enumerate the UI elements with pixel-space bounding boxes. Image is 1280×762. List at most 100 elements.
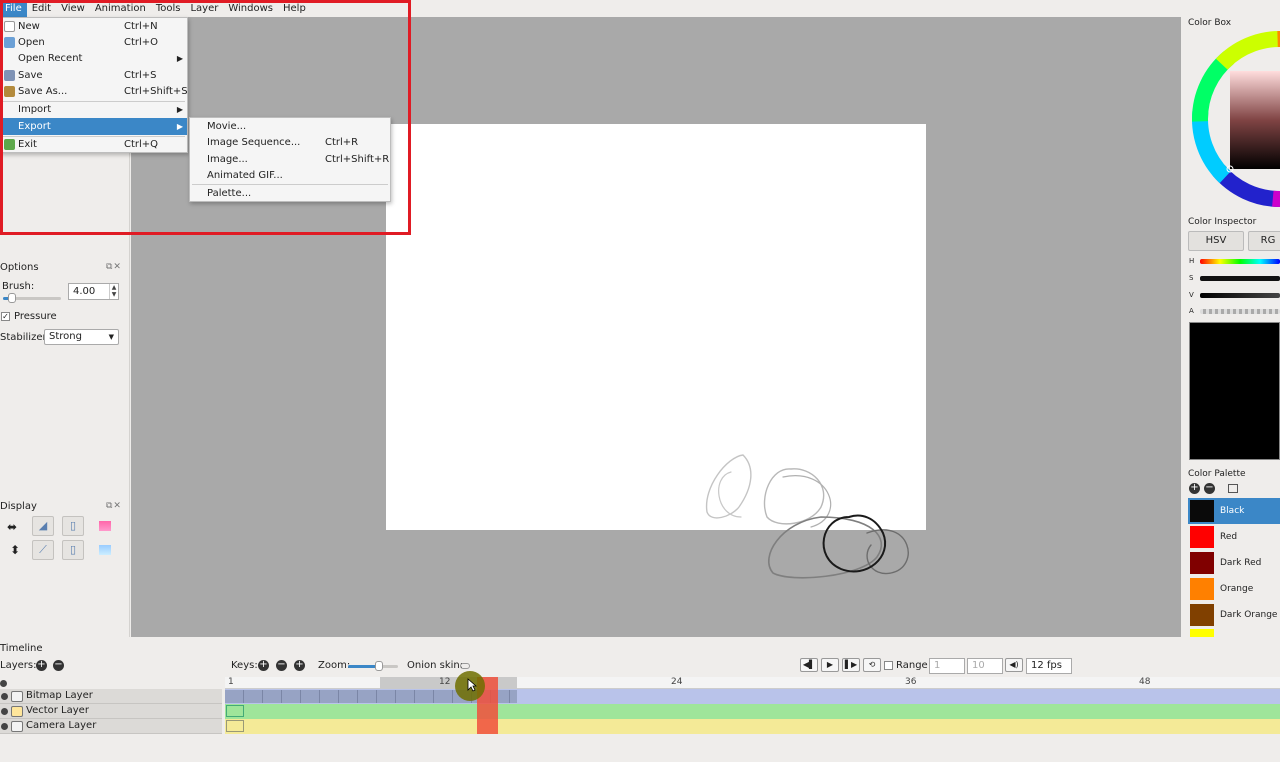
visibility-icon[interactable] bbox=[1, 693, 8, 700]
onion-blue-color-icon[interactable] bbox=[99, 545, 111, 555]
track-camera[interactable] bbox=[225, 719, 1280, 734]
menu-item-label: Palette... bbox=[207, 188, 252, 199]
jump-start-icon[interactable]: ◀▌ bbox=[800, 658, 818, 672]
vector-keyframe[interactable] bbox=[226, 705, 244, 717]
menu-item-new[interactable]: New Ctrl+N bbox=[1, 18, 187, 35]
file-menu: New Ctrl+N Open Ctrl+O Open Recent ▶ Sav… bbox=[0, 17, 188, 153]
color-box-title: Color Box bbox=[1188, 18, 1232, 28]
value-slider[interactable] bbox=[1200, 293, 1280, 298]
brush-size-spinbox[interactable]: 4.00 ▲ ▼ bbox=[68, 283, 119, 300]
brush-size-value: 4.00 bbox=[73, 286, 96, 297]
menu-item-save[interactable]: Save Ctrl+S bbox=[1, 67, 187, 84]
layer-row-bitmap[interactable]: Bitmap Layer bbox=[0, 689, 222, 704]
palette-view-icon[interactable] bbox=[1228, 484, 1238, 493]
tab-rgb[interactable]: RG bbox=[1248, 231, 1280, 251]
menu-tools[interactable]: Tools bbox=[151, 0, 186, 17]
palette-item-orange[interactable]: Orange bbox=[1188, 576, 1280, 602]
add-layer-icon[interactable]: + bbox=[36, 660, 47, 671]
alpha-slider[interactable] bbox=[1200, 309, 1280, 314]
flip-vertical-icon[interactable]: ⬍ bbox=[10, 543, 20, 557]
menu-item-palette[interactable]: Palette... bbox=[190, 185, 390, 202]
swatch-black bbox=[1190, 500, 1214, 522]
menu-view[interactable]: View bbox=[56, 0, 90, 17]
duplicate-key-icon[interactable]: + bbox=[294, 660, 305, 671]
onion-skin-toggle-icon[interactable] bbox=[460, 663, 470, 669]
menu-item-image-sequence[interactable]: Image Sequence... Ctrl+R bbox=[190, 134, 390, 151]
remove-key-icon[interactable]: − bbox=[276, 660, 287, 671]
visibility-icon[interactable] bbox=[1, 708, 8, 715]
range-checkbox[interactable] bbox=[884, 661, 893, 670]
channel-v-label: V bbox=[1189, 291, 1194, 299]
hue-slider[interactable] bbox=[1200, 259, 1280, 264]
fps-spinbox[interactable]: 12 fps bbox=[1026, 658, 1072, 674]
remove-layer-icon[interactable]: − bbox=[53, 660, 64, 671]
vector-layer-icon bbox=[11, 706, 23, 717]
menu-windows[interactable]: Windows bbox=[223, 0, 278, 17]
pressure-checkbox[interactable]: ✓ bbox=[1, 312, 10, 321]
camera-keyframe[interactable] bbox=[226, 720, 244, 732]
track-vector[interactable] bbox=[225, 704, 1280, 719]
range-start-spinbox[interactable]: 1 bbox=[929, 658, 965, 674]
layer-row-vector[interactable]: Vector Layer bbox=[0, 704, 222, 719]
onion-skin-label: Onion skin: bbox=[407, 660, 464, 671]
menu-edit[interactable]: Edit bbox=[27, 0, 56, 17]
add-color-icon[interactable]: + bbox=[1189, 483, 1200, 494]
menu-item-open-recent[interactable]: Open Recent ▶ bbox=[1, 50, 187, 67]
outline-icon[interactable]: ▯ bbox=[62, 540, 84, 560]
visibility-icon[interactable] bbox=[1, 723, 8, 730]
color-wheel[interactable] bbox=[1182, 31, 1280, 216]
palette-item-dark-red[interactable]: Dark Red bbox=[1188, 550, 1280, 576]
menu-item-import[interactable]: Import ▶ bbox=[1, 101, 187, 118]
play-icon[interactable]: ▶ bbox=[821, 658, 839, 672]
pressure-label: Pressure bbox=[14, 311, 57, 322]
palette-item-black[interactable]: Black bbox=[1188, 498, 1280, 524]
onion-prev-icon[interactable]: ◢ bbox=[32, 516, 54, 536]
add-key-icon[interactable]: + bbox=[258, 660, 269, 671]
display-float-close-icon[interactable]: ⧉✕ bbox=[106, 501, 122, 511]
palette-item-red[interactable]: Red bbox=[1188, 524, 1280, 550]
loop-icon[interactable]: ⟲ bbox=[863, 658, 881, 672]
channel-s-label: S bbox=[1189, 274, 1194, 282]
frame-ruler[interactable]: 1 12 24 36 48 bbox=[225, 677, 1280, 689]
layer-list: Bitmap Layer Vector Layer Camera Layer bbox=[0, 689, 222, 734]
swatch-yellow-partial[interactable] bbox=[1190, 629, 1214, 637]
submenu-arrow-icon: ▶ bbox=[176, 122, 183, 131]
stabilizer-label: Stabilizer bbox=[0, 332, 47, 343]
zoom-slider-handle[interactable] bbox=[375, 661, 383, 671]
menu-item-shortcut: Ctrl+Shift+R bbox=[325, 154, 390, 165]
menu-item-shortcut: Ctrl+S bbox=[124, 70, 157, 81]
track-bitmap[interactable] bbox=[225, 689, 1280, 704]
panel-float-close-icon[interactable]: ⧉✕ bbox=[106, 262, 122, 272]
menu-animation[interactable]: Animation bbox=[90, 0, 151, 17]
stabilizer-select[interactable]: Strong ▼ bbox=[44, 329, 119, 345]
drawing-canvas[interactable] bbox=[131, 17, 1181, 637]
spin-arrows-icon[interactable]: ▲ ▼ bbox=[109, 284, 118, 299]
menu-help[interactable]: Help bbox=[278, 0, 311, 17]
sound-icon[interactable]: ◀) bbox=[1005, 658, 1023, 672]
onion-layers-icon[interactable]: ▯ bbox=[62, 516, 84, 536]
menu-item-movie[interactable]: Movie... bbox=[190, 118, 390, 135]
onion-red-color-icon[interactable] bbox=[99, 521, 111, 531]
remove-color-icon[interactable]: − bbox=[1204, 483, 1215, 494]
brush-slider-handle[interactable] bbox=[8, 293, 16, 303]
menu-item-export[interactable]: Export ▶ bbox=[1, 118, 187, 135]
visibility-all-icon[interactable] bbox=[0, 680, 7, 687]
menu-item-open[interactable]: Open Ctrl+O bbox=[1, 34, 187, 51]
tab-hsv[interactable]: HSV bbox=[1188, 231, 1244, 251]
menu-item-save-as[interactable]: Save As... Ctrl+Shift+S bbox=[1, 83, 188, 100]
saturation-slider[interactable] bbox=[1200, 276, 1280, 281]
menu-file[interactable]: File bbox=[0, 0, 27, 17]
flip-horizontal-icon[interactable]: ⬌ bbox=[7, 520, 17, 534]
onion-next-icon[interactable]: ⟋ bbox=[32, 540, 54, 560]
menu-item-image[interactable]: Image... Ctrl+Shift+R bbox=[190, 151, 390, 168]
jump-end-icon[interactable]: ▌▶ bbox=[842, 658, 860, 672]
menu-item-exit[interactable]: Exit Ctrl+Q bbox=[1, 136, 187, 153]
palette-item-dark-orange[interactable]: Dark Orange bbox=[1188, 602, 1280, 628]
save-icon bbox=[4, 70, 15, 81]
new-file-icon bbox=[4, 21, 15, 32]
layer-row-camera[interactable]: Camera Layer bbox=[0, 719, 222, 734]
submenu-arrow-icon: ▶ bbox=[176, 105, 183, 114]
menu-layer[interactable]: Layer bbox=[185, 0, 223, 17]
menu-item-animated-gif[interactable]: Animated GIF... bbox=[190, 167, 390, 184]
range-end-spinbox[interactable]: 10 bbox=[967, 658, 1003, 674]
